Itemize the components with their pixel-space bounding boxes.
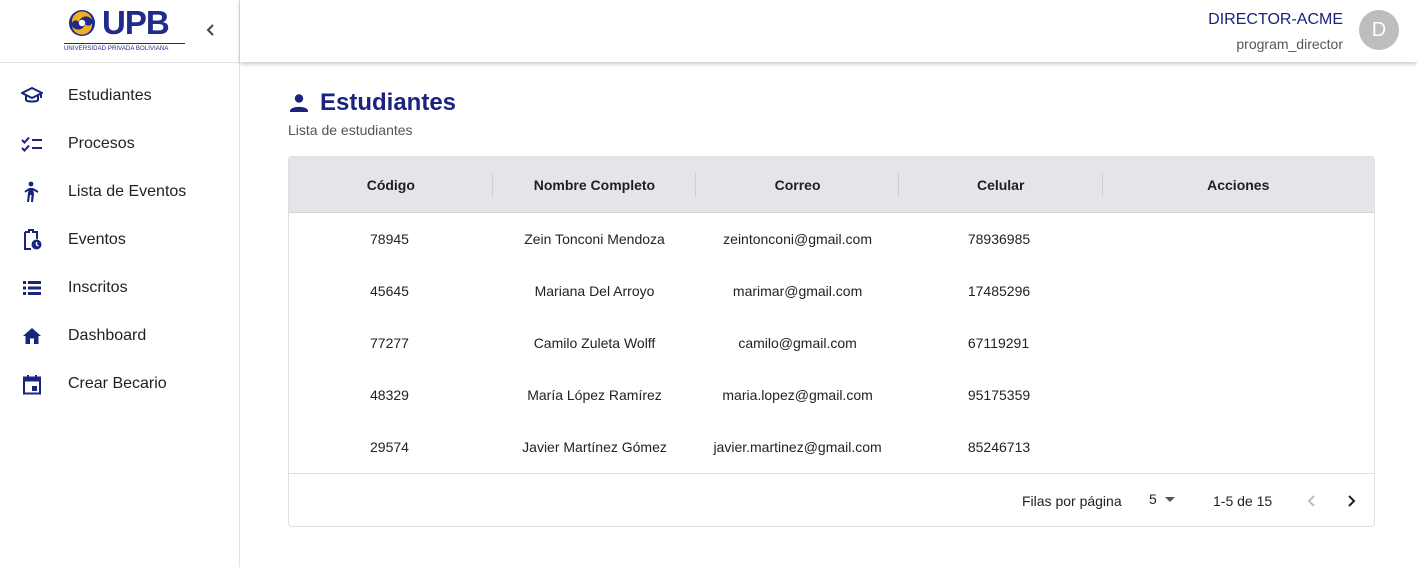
cell-celular: 78936985 (967, 231, 1031, 247)
page-subtitle: Lista de estudiantes (288, 122, 413, 138)
cell-codigo: 48329 (370, 387, 409, 403)
cell-correo: javier.martinez@gmail.com (713, 439, 882, 455)
cell-nombre: María López Ramírez (527, 387, 662, 403)
cell-celular: 85246713 (967, 439, 1031, 455)
cell-acciones (1103, 317, 1374, 369)
user-name: DIRECTOR-ACME (1208, 11, 1343, 28)
column-header-nombre[interactable]: Nombre Completo (493, 157, 697, 212)
column-header-correo[interactable]: Correo (696, 157, 899, 212)
page-header: Estudiantes Lista de estudiantes (288, 88, 456, 138)
rows-per-page-select[interactable]: 5 (1149, 491, 1179, 507)
column-header-label: Nombre Completo (533, 176, 656, 193)
cell-correo: camilo@gmail.com (738, 335, 857, 351)
table-row[interactable]: 45645 Mariana Del Arroyo marimar@gmail.c… (289, 265, 1374, 317)
home-icon (20, 324, 44, 348)
cell-correo: maria.lopez@gmail.com (722, 387, 873, 403)
user-role: program_director (1236, 36, 1343, 52)
rows-per-page-label: Filas por página (1022, 493, 1122, 509)
calendar-icon (20, 372, 44, 396)
top-bar: DIRECTOR-ACME program_director D (240, 0, 1417, 62)
cell-acciones (1103, 369, 1374, 421)
list-icon (20, 276, 44, 300)
column-header-label: Código (366, 176, 415, 193)
clipboard-clock-icon (20, 228, 44, 252)
collapse-sidebar-button[interactable] (201, 20, 221, 40)
cell-codigo: 78945 (370, 231, 409, 247)
column-header-codigo[interactable]: Código (289, 157, 493, 212)
table-pagination: Filas por página 5 1-5 de 15 (289, 473, 1374, 526)
sidebar-item-label: Inscritos (68, 279, 128, 296)
caret-down-icon (1164, 497, 1175, 502)
column-header-label: Acciones (1207, 176, 1270, 193)
rows-per-page-value: 5 (1149, 491, 1157, 507)
cell-nombre: Camilo Zuleta Wolff (533, 335, 656, 351)
cell-correo: marimar@gmail.com (732, 283, 863, 299)
sidebar-nav: Estudiantes Procesos Lista de Eventos Ev… (0, 72, 239, 408)
sidebar-item-label: Lista de Eventos (68, 183, 187, 200)
sidebar-item-estudiantes[interactable]: Estudiantes (0, 72, 239, 120)
upb-logo-mark-icon (69, 10, 95, 36)
students-table: Código Nombre Completo Correo Celular Ac… (288, 156, 1375, 527)
sidebar-item-label: Eventos (68, 231, 126, 248)
cell-acciones (1103, 265, 1374, 317)
person-icon (290, 94, 308, 112)
cell-codigo: 77277 (370, 335, 409, 351)
table-row[interactable]: 48329 María López Ramírez maria.lopez@gm… (289, 369, 1374, 421)
sidebar: UPB UNIVERSIDAD PRIVADA BOLIVIANA Estudi… (0, 0, 240, 567)
graduation-cap-icon (20, 84, 44, 108)
cell-nombre: Javier Martínez Gómez (522, 439, 667, 455)
sidebar-item-crear-becario[interactable]: Crear Becario (0, 360, 239, 408)
logo-text: UPB (102, 4, 170, 41)
sidebar-item-lista-de-eventos[interactable]: Lista de Eventos (0, 168, 239, 216)
table-row[interactable]: 29574 Javier Martínez Gómez javier.marti… (289, 421, 1374, 473)
column-header-label: Correo (774, 176, 821, 193)
sidebar-item-label: Estudiantes (68, 87, 152, 104)
sidebar-item-procesos[interactable]: Procesos (0, 120, 239, 168)
sidebar-item-eventos[interactable]: Eventos (0, 216, 239, 264)
sidebar-item-label: Dashboard (68, 327, 147, 344)
chevron-left-icon (1307, 495, 1315, 507)
avatar[interactable]: D (1359, 10, 1399, 50)
sidebar-item-dashboard[interactable]: Dashboard (0, 312, 239, 360)
person-walking-icon (20, 180, 44, 204)
pagination-range: 1-5 de 15 (1213, 493, 1273, 509)
table-body: 78945 Zein Tonconi Mendoza zeintonconi@g… (289, 213, 1374, 473)
table-header: Código Nombre Completo Correo Celular Ac… (289, 157, 1374, 213)
cell-correo: zeintonconi@gmail.com (723, 231, 872, 247)
sidebar-item-inscritos[interactable]: Inscritos (0, 264, 239, 312)
cell-acciones (1103, 421, 1374, 473)
page-title: Estudiantes (320, 89, 457, 116)
cell-acciones (1103, 213, 1374, 265)
sidebar-item-label: Procesos (68, 135, 135, 152)
cell-codigo: 45645 (370, 283, 409, 299)
cell-celular: 95175359 (967, 387, 1031, 403)
chevron-left-icon (206, 24, 214, 36)
column-header-label: Celular (976, 176, 1025, 193)
column-header-celular[interactable]: Celular (899, 157, 1103, 212)
column-header-acciones[interactable]: Acciones (1103, 157, 1375, 212)
cell-nombre: Zein Tonconi Mendoza (524, 231, 665, 247)
cell-codigo: 29574 (370, 439, 409, 455)
cell-celular: 17485296 (967, 283, 1031, 299)
previous-page-button[interactable] (1300, 489, 1324, 513)
table-row[interactable]: 78945 Zein Tonconi Mendoza zeintonconi@g… (289, 213, 1374, 265)
chevron-right-icon (1348, 495, 1356, 507)
table-row[interactable]: 77277 Camilo Zuleta Wolff camilo@gmail.c… (289, 317, 1374, 369)
brand-header: UPB UNIVERSIDAD PRIVADA BOLIVIANA (0, 0, 240, 63)
checklist-icon (20, 132, 44, 156)
sidebar-item-label: Crear Becario (68, 375, 167, 392)
cell-nombre: Mariana Del Arroyo (534, 283, 655, 299)
cell-celular: 67119291 (967, 335, 1030, 351)
user-info: DIRECTOR-ACME program_director (1208, 10, 1343, 52)
logo-subtitle: UNIVERSIDAD PRIVADA BOLIVIANA (64, 43, 185, 52)
upb-logo[interactable]: UPB UNIVERSIDAD PRIVADA BOLIVIANA (63, 4, 185, 55)
next-page-button[interactable] (1339, 489, 1363, 513)
